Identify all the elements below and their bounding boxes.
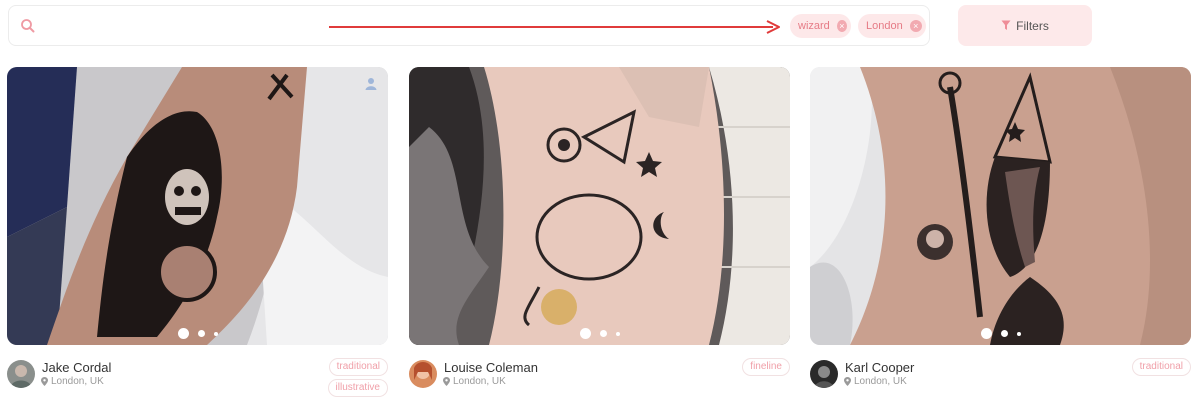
style-tag[interactable]: illustrative: [327, 379, 388, 397]
filter-chip-london[interactable]: London ×: [858, 14, 926, 38]
style-tag[interactable]: traditional: [1131, 358, 1191, 376]
funnel-icon: [1001, 20, 1011, 30]
filter-chip-label: London: [866, 20, 903, 32]
carousel-dots[interactable]: [7, 328, 388, 339]
artist-row: Karl Cooper London, UK traditional: [810, 358, 1191, 404]
style-tags: traditional: [1131, 358, 1191, 376]
carousel-dot[interactable]: [579, 328, 591, 339]
close-icon[interactable]: ×: [836, 20, 847, 32]
location-text: London, UK: [453, 376, 506, 387]
carousel-dot[interactable]: [599, 330, 607, 337]
carousel-dot[interactable]: [197, 330, 205, 337]
style-tags: traditional illustrative: [327, 358, 388, 397]
carousel-dots[interactable]: [810, 328, 1191, 339]
artist-row: Jake Cordal London, UK traditional illus…: [7, 358, 388, 404]
carousel-dot[interactable]: [1000, 330, 1008, 337]
tattoo-card[interactable]: Karl Cooper London, UK traditional: [810, 67, 1191, 404]
artist-location: London, UK: [443, 376, 506, 387]
tattoo-card[interactable]: Louise Coleman London, UK fineline: [409, 67, 790, 404]
artist-name[interactable]: Louise Coleman: [444, 360, 538, 375]
artist-row: Louise Coleman London, UK fineline: [409, 358, 790, 404]
carousel-dot[interactable]: [980, 328, 992, 339]
tattoo-photo[interactable]: [7, 67, 388, 345]
search-input[interactable]: [45, 14, 325, 38]
artist-location: London, UK: [41, 376, 104, 387]
location-pin-icon: [443, 377, 450, 386]
location-pin-icon: [844, 377, 851, 386]
location-text: London, UK: [51, 376, 104, 387]
avatar[interactable]: [409, 360, 437, 388]
artist-name[interactable]: Karl Cooper: [845, 360, 914, 375]
avatar[interactable]: [7, 360, 35, 388]
search-bar[interactable]: wizard × London ×: [8, 5, 930, 46]
annotation-arrow: [329, 20, 780, 34]
close-icon[interactable]: ×: [909, 20, 922, 32]
carousel-dot[interactable]: [615, 331, 620, 336]
style-tags: fineline: [742, 358, 790, 376]
person-icon: [365, 78, 377, 90]
search-icon: [21, 19, 35, 33]
location-pin-icon: [41, 377, 48, 386]
tattoo-photo[interactable]: [409, 67, 790, 345]
artist-name[interactable]: Jake Cordal: [42, 360, 111, 375]
filter-chip-wizard[interactable]: wizard ×: [790, 14, 851, 38]
avatar[interactable]: [810, 360, 838, 388]
carousel-dot[interactable]: [177, 328, 189, 339]
filters-button[interactable]: Filters: [958, 5, 1092, 46]
style-tag[interactable]: traditional: [328, 358, 388, 376]
location-text: London, UK: [854, 376, 907, 387]
filter-chip-label: wizard: [798, 20, 830, 32]
artist-location: London, UK: [844, 376, 907, 387]
tattoo-card[interactable]: Jake Cordal London, UK traditional illus…: [7, 67, 388, 404]
carousel-dot[interactable]: [1016, 331, 1021, 336]
carousel-dot[interactable]: [213, 331, 218, 336]
carousel-dots[interactable]: [409, 328, 790, 339]
tattoo-photo[interactable]: [810, 67, 1191, 345]
style-tag[interactable]: fineline: [742, 358, 790, 376]
filters-button-label: Filters: [1016, 18, 1049, 33]
